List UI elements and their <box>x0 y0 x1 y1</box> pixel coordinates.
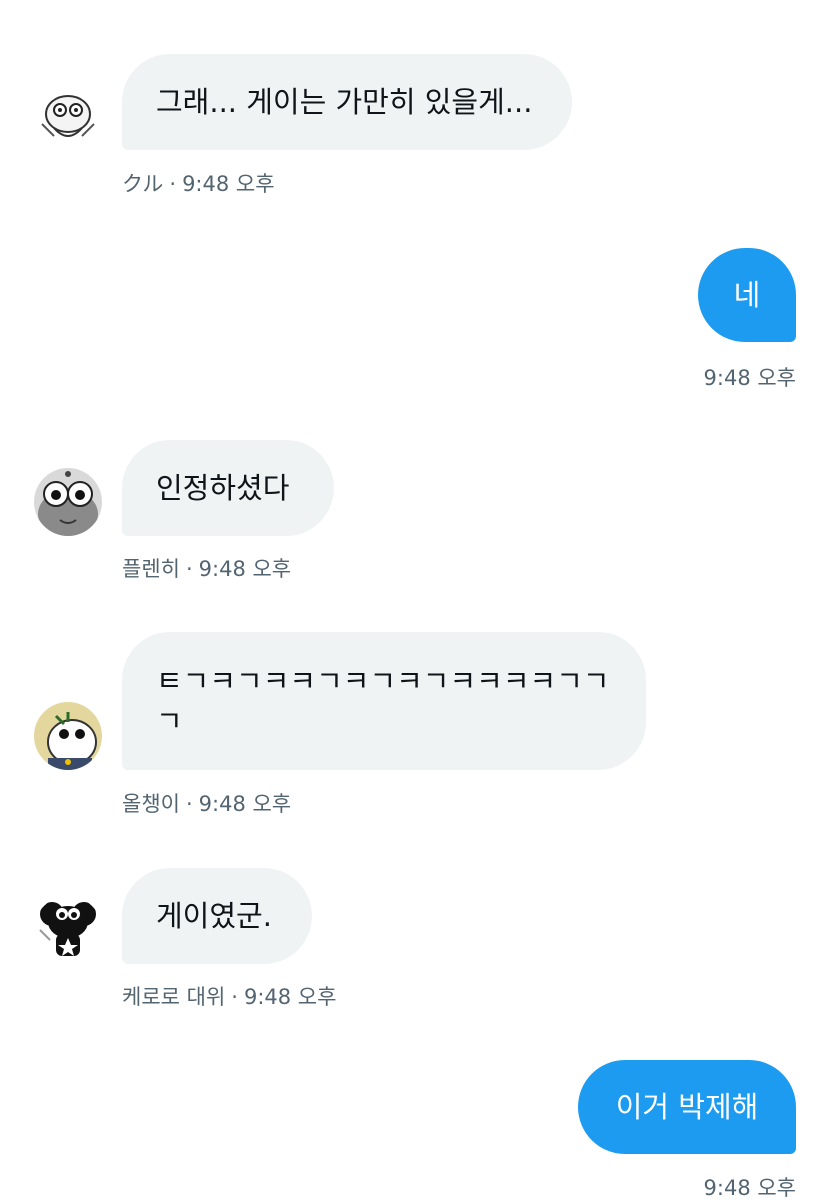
avatar[interactable] <box>34 896 102 964</box>
message-bubble[interactable]: 네 <box>698 248 796 342</box>
message-meta: 플렌히 · 9:48 오후 <box>122 553 291 583</box>
message-bubble[interactable]: 게이였군. <box>122 868 312 964</box>
separator-dot: · <box>185 792 193 816</box>
timestamp: 9:48 오후 <box>198 557 292 581</box>
timestamp: 9:48 오후 <box>703 366 796 390</box>
separator-dot: · <box>185 557 193 581</box>
separator-dot: · <box>169 172 177 196</box>
message-text: ㅌㄱㅋㄱㅋㅋㄱㅋㄱㅋㄱㅋㅋㅋㅋㄱㄱㄱ <box>156 664 610 738</box>
sender-name[interactable]: クル <box>122 172 163 196</box>
message-bubble[interactable]: 그래... 게이는 가만히 있을게... <box>122 54 572 150</box>
dm-conversation: 그래... 게이는 가만히 있을게... クル · 9:48 오후 네 9:48 오… <box>0 0 831 1200</box>
message-bubble[interactable]: ㅌㄱㅋㄱㅋㅋㄱㅋㄱㅋㄱㅋㅋㅋㅋㄱㄱㄱ <box>122 632 646 770</box>
message-text: 인정하셨다 <box>156 471 290 505</box>
avatar[interactable] <box>34 84 102 152</box>
message-meta: 9:48 오후 <box>704 1172 796 1200</box>
sender-name[interactable]: 플렌히 <box>122 557 180 581</box>
message-text: 그래... 게이는 가만히 있을게... <box>156 85 533 119</box>
message-bubble[interactable]: 인정하셨다 <box>122 440 334 536</box>
sender-name[interactable]: 케로로 대위 <box>122 985 225 1009</box>
message-meta: クル · 9:48 오후 <box>122 168 275 198</box>
timestamp: 9:48 오후 <box>243 985 337 1009</box>
separator-dot: · <box>231 985 238 1009</box>
avatar[interactable] <box>34 702 102 770</box>
white-frog-avatar-icon <box>34 702 102 770</box>
black-keroro-avatar-icon <box>34 896 102 964</box>
gray-frog-avatar-icon <box>34 468 102 536</box>
avatar[interactable] <box>34 468 102 536</box>
message-bubble[interactable]: 이거 박제해 <box>578 1060 796 1154</box>
timestamp: 9:48 오후 <box>198 792 292 816</box>
message-text: 네 <box>733 278 761 312</box>
timestamp: 9:48 오후 <box>182 172 275 196</box>
keroro-kururu-sketch-avatar-icon <box>34 84 102 152</box>
message-meta: 올챙이 · 9:48 오후 <box>122 788 291 818</box>
message-meta: 9:48 오후 <box>704 362 796 392</box>
sender-name[interactable]: 올챙이 <box>122 792 180 816</box>
message-text: 게이였군. <box>156 899 272 933</box>
timestamp: 9:48 오후 <box>703 1176 796 1200</box>
message-text: 이거 박제해 <box>615 1090 759 1124</box>
message-meta: 케로로 대위 · 9:48 오후 <box>122 981 336 1011</box>
